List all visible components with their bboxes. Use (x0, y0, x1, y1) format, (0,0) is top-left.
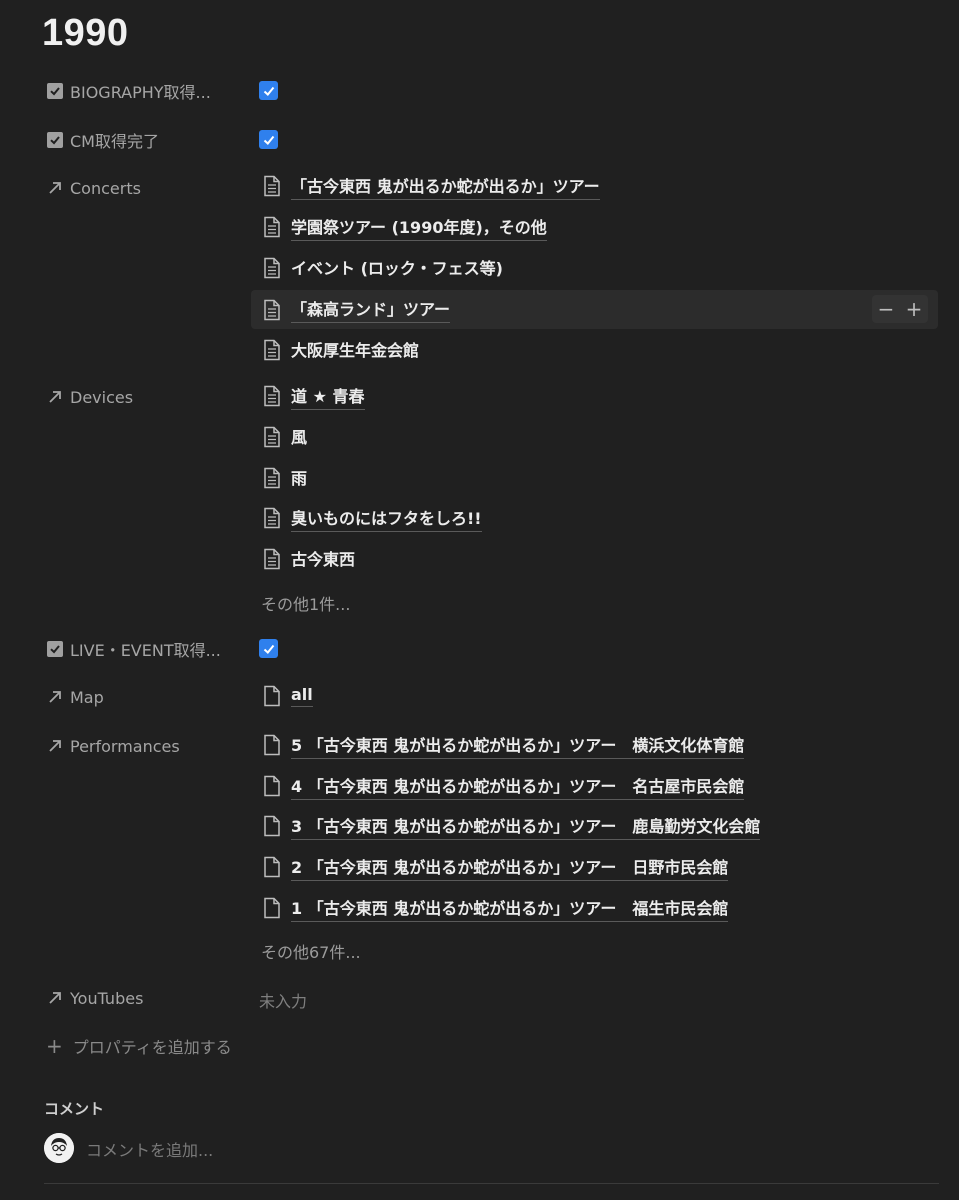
document-icon (261, 775, 283, 797)
document-lines-icon (261, 175, 283, 197)
performance-item[interactable]: 4 「古今東西 鬼が出るか蛇が出るか」ツアー 名古屋市民会館 (251, 768, 745, 804)
relation-arrow-icon (46, 989, 64, 1007)
document-icon (261, 734, 283, 756)
concert-item[interactable]: 学園祭ツアー (1990年度)，その他 (251, 209, 547, 245)
document-lines-icon (261, 257, 283, 279)
document-icon (261, 856, 283, 878)
check-icon (263, 644, 274, 654)
add-property-label: プロパティを追加する (72, 1038, 232, 1057)
live-event-checkbox[interactable] (259, 639, 278, 658)
performance-item[interactable]: 2 「古今東西 鬼が出るか蛇が出るか」ツアー 日野市民会館 (251, 849, 729, 885)
property-label: Concerts (70, 178, 141, 198)
performance-item-label: 2 「古今東西 鬼が出るか蛇が出るか」ツアー 日野市民会館 (291, 854, 729, 881)
property-name-youtubes[interactable]: YouTubes (46, 984, 143, 1012)
comment-input[interactable]: コメントを追加... (86, 1137, 213, 1161)
device-item[interactable]: 古今東西 (251, 541, 355, 577)
property-label: LIVE・EVENT取得... (70, 641, 221, 660)
property-name-concerts[interactable]: Concerts (46, 174, 141, 202)
document-lines-icon (261, 385, 283, 407)
document-lines-icon (261, 216, 283, 238)
relation-arrow-icon (46, 179, 64, 197)
device-item[interactable]: 道 ★ 青春 (251, 378, 365, 414)
performance-item[interactable]: 5 「古今東西 鬼が出るか蛇が出るか」ツアー 横浜文化体育館 (251, 727, 745, 763)
relation-arrow-icon (46, 737, 64, 755)
performance-item-label: 5 「古今東西 鬼が出るか蛇が出るか」ツアー 横浜文化体育館 (291, 732, 745, 759)
biography-checkbox[interactable] (259, 81, 278, 100)
device-item-label: 道 ★ 青春 (291, 383, 365, 410)
property-name-cm[interactable]: CM取得完了 (46, 126, 159, 154)
checkbox-property-icon (46, 82, 64, 100)
document-lines-icon (261, 507, 283, 529)
property-label: Performances (70, 736, 180, 756)
property-label: CM取得完了 (70, 132, 159, 151)
property-label: YouTubes (70, 988, 144, 1008)
page-title[interactable]: 1990 (42, 12, 129, 55)
device-item[interactable]: 風 (251, 419, 307, 455)
device-item-label: 臭いものにはフタをしろ!! (291, 505, 482, 532)
document-icon (261, 685, 283, 707)
concert-item[interactable]: イベント (ロック・フェス等) (251, 250, 503, 286)
add-property-button[interactable]: + プロパティを追加する (46, 1034, 232, 1058)
performance-item-label: 3 「古今東西 鬼が出るか蛇が出るか」ツアー 鹿島勤労文化会館 (291, 813, 761, 840)
property-label: Map (70, 687, 104, 707)
property-name-live-event[interactable]: LIVE・EVENT取得... (46, 635, 221, 663)
cm-checkbox[interactable] (259, 130, 278, 149)
device-item[interactable]: 臭いものにはフタをしろ!! (251, 500, 482, 536)
devices-more-link[interactable]: その他1件... (261, 591, 350, 615)
concert-item[interactable]: 「古今東西 鬼が出るか蛇が出るか」ツアー (251, 168, 600, 204)
remove-button[interactable]: − (878, 299, 895, 319)
item-controls: − + (872, 295, 928, 323)
property-name-performances[interactable]: Performances (46, 732, 180, 760)
comments-heading: コメント (44, 1100, 105, 1118)
property-label: BIOGRAPHY取得... (70, 83, 211, 102)
divider (44, 1183, 939, 1184)
device-item-label: 雨 (291, 468, 308, 488)
avatar (44, 1133, 74, 1163)
device-item-label: 古今東西 (291, 549, 356, 569)
document-lines-icon (261, 467, 283, 489)
document-lines-icon (261, 299, 283, 321)
property-name-biography[interactable]: BIOGRAPHY取得... (46, 77, 211, 105)
document-icon (261, 897, 283, 919)
property-name-devices[interactable]: Devices (46, 383, 133, 411)
concert-item-label: 大阪厚生年金会館 (291, 340, 420, 360)
document-lines-icon (261, 426, 283, 448)
performance-item[interactable]: 3 「古今東西 鬼が出るか蛇が出るか」ツアー 鹿島勤労文化会館 (251, 808, 761, 844)
concert-item-hovered[interactable]: 「森高ランド」ツアー − + (251, 290, 938, 329)
concert-item-label: 「古今東西 鬼が出るか蛇が出るか」ツアー (291, 173, 600, 200)
property-name-map[interactable]: Map (46, 683, 104, 711)
performance-item-label: 1 「古今東西 鬼が出るか蛇が出るか」ツアー 福生市民会館 (291, 895, 729, 922)
performance-item-label: 4 「古今東西 鬼が出るか蛇が出るか」ツアー 名古屋市民会館 (291, 773, 745, 800)
relation-arrow-icon (46, 688, 64, 706)
concert-item-label: 「森高ランド」ツアー (291, 296, 451, 323)
device-item-label: 風 (291, 427, 308, 447)
check-icon (263, 86, 274, 96)
map-item-label: all (291, 685, 313, 707)
document-icon (261, 815, 283, 837)
plus-icon: + (46, 1034, 63, 1058)
property-label: Devices (70, 387, 134, 407)
concert-item-label: 学園祭ツアー (1990年度)，その他 (291, 214, 547, 241)
device-item[interactable]: 雨 (251, 460, 307, 496)
checkbox-property-icon (46, 131, 64, 149)
relation-arrow-icon (46, 388, 64, 406)
performances-more-link[interactable]: その他67件... (261, 939, 361, 963)
check-icon (263, 135, 274, 145)
map-item[interactable]: all (251, 678, 313, 714)
checkbox-property-icon (46, 640, 64, 658)
document-lines-icon (261, 339, 283, 361)
youtubes-empty-value[interactable]: 未入力 (259, 988, 307, 1012)
document-lines-icon (261, 548, 283, 570)
performance-item[interactable]: 1 「古今東西 鬼が出るか蛇が出るか」ツアー 福生市民会館 (251, 890, 729, 926)
concert-item-label: イベント (ロック・フェス等) (291, 258, 503, 278)
add-button[interactable]: + (906, 299, 923, 319)
concert-item[interactable]: 大阪厚生年金会館 (251, 332, 419, 368)
